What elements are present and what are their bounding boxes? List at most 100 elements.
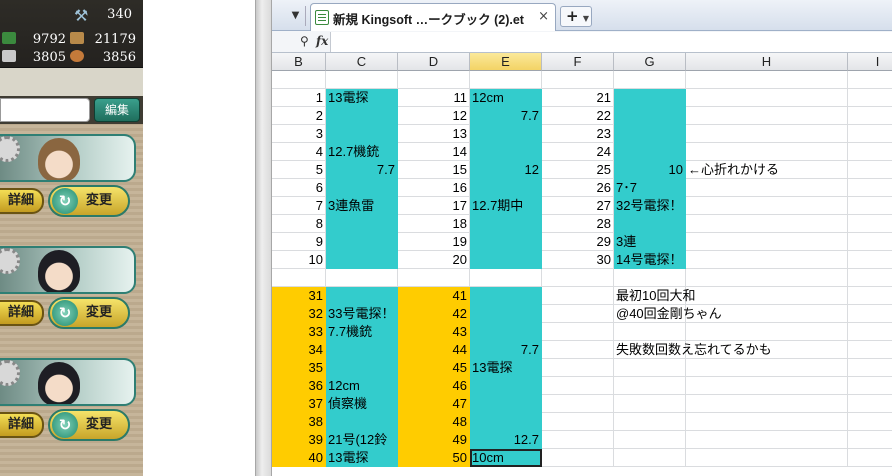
cell-g-row-8[interactable]: 32号電探！: [614, 197, 686, 215]
cell-d-row-7[interactable]: 16: [398, 179, 470, 197]
cell-d-row-18[interactable]: 46: [398, 377, 470, 395]
cell-e-row-16[interactable]: 7.7: [470, 341, 542, 359]
cell-c-row-2[interactable]: 13電探: [326, 89, 398, 107]
column-header-b[interactable]: B: [272, 53, 326, 71]
cell-c-row-11[interactable]: [326, 251, 398, 269]
window-splitter[interactable]: [255, 0, 272, 476]
cell-b-row-8[interactable]: 7: [272, 197, 326, 215]
cell-b-row-15[interactable]: 33: [272, 323, 326, 341]
cell-c-row-5[interactable]: 12.7機銃: [326, 143, 398, 161]
cell-f-row-3[interactable]: 22: [542, 107, 614, 125]
cell-d-row-21[interactable]: 49: [398, 431, 470, 449]
cell-b-row-5[interactable]: 4: [272, 143, 326, 161]
cell-b-row-14[interactable]: 32: [272, 305, 326, 323]
cell-i-row-19[interactable]: [848, 395, 892, 413]
cell-e-row-2[interactable]: 12cm: [470, 89, 542, 107]
cell-e-row-6[interactable]: 12: [470, 161, 542, 179]
cell-f-row-20[interactable]: [542, 413, 614, 431]
cell-d-row-20[interactable]: 48: [398, 413, 470, 431]
cell-g-row-12[interactable]: [614, 269, 686, 287]
cell-d-row-5[interactable]: 14: [398, 143, 470, 161]
detail-button[interactable]: 詳細: [0, 412, 44, 438]
cell-c-row-10[interactable]: [326, 233, 398, 251]
cell-b-row-22[interactable]: 40: [272, 449, 326, 467]
cell-c-row-16[interactable]: [326, 341, 398, 359]
cell-f-row-5[interactable]: 24: [542, 143, 614, 161]
cell-f-row-9[interactable]: 28: [542, 215, 614, 233]
column-header-i[interactable]: I: [848, 53, 892, 71]
cell-d-row-3[interactable]: 12: [398, 107, 470, 125]
cell-i-row-7[interactable]: [848, 179, 892, 197]
cell-g-row-6[interactable]: 10: [614, 161, 686, 179]
cell-i-row-9[interactable]: [848, 215, 892, 233]
cell-f-row-21[interactable]: [542, 431, 614, 449]
cell-h-row-10[interactable]: [686, 233, 848, 251]
cell-d-row-19[interactable]: 47: [398, 395, 470, 413]
cell-f-row-10[interactable]: 29: [542, 233, 614, 251]
cell-g-row-4[interactable]: [614, 125, 686, 143]
spreadsheet-grid[interactable]: B C D E F G H I 1 13電探 11 12cm 21 2 12 7.7 22 3 13 23 4 12.7機…: [272, 53, 892, 476]
tab-list-dropdown-icon[interactable]: ▼: [286, 6, 306, 26]
detail-button[interactable]: 詳細: [0, 188, 44, 214]
cell-b-row-1[interactable]: [272, 71, 326, 89]
ship-banner[interactable]: [0, 358, 136, 406]
ship-banner[interactable]: [0, 246, 136, 294]
cell-i-row-4[interactable]: [848, 125, 892, 143]
cell-f-row-1[interactable]: [542, 71, 614, 89]
cell-i-row-6[interactable]: [848, 161, 892, 179]
cell-g-row-15[interactable]: [614, 323, 686, 341]
cell-e-row-13[interactable]: [470, 287, 542, 305]
cell-c-row-21[interactable]: 21号(12鈴: [326, 431, 398, 449]
edit-button[interactable]: 編集: [94, 98, 140, 122]
cell-i-row-21[interactable]: [848, 431, 892, 449]
cell-i-row-3[interactable]: [848, 107, 892, 125]
cell-b-row-9[interactable]: 8: [272, 215, 326, 233]
cell-h-row-9[interactable]: [686, 215, 848, 233]
cell-b-row-19[interactable]: 37: [272, 395, 326, 413]
cell-e-row-14[interactable]: [470, 305, 542, 323]
cell-h-row-8[interactable]: [686, 197, 848, 215]
cell-c-row-8[interactable]: 3連魚雷: [326, 197, 398, 215]
cell-c-row-9[interactable]: [326, 215, 398, 233]
cell-f-row-2[interactable]: 21: [542, 89, 614, 107]
cell-f-row-6[interactable]: 25: [542, 161, 614, 179]
cell-d-row-10[interactable]: 19: [398, 233, 470, 251]
cell-g-row-13[interactable]: 最初10回大和: [614, 287, 695, 305]
cell-e-row-12[interactable]: [470, 269, 542, 287]
cell-d-row-11[interactable]: 20: [398, 251, 470, 269]
close-tab-icon[interactable]: ×: [538, 9, 549, 24]
cell-g-row-22[interactable]: [614, 449, 686, 467]
cell-e-row-20[interactable]: [470, 413, 542, 431]
cell-h-row-20[interactable]: [686, 413, 848, 431]
cell-e-row-21[interactable]: 12.7: [470, 431, 542, 449]
cell-g-row-9[interactable]: [614, 215, 686, 233]
cell-c-row-22[interactable]: 13電探: [326, 449, 398, 467]
cell-b-row-10[interactable]: 9: [272, 233, 326, 251]
cell-i-row-1[interactable]: [848, 71, 892, 89]
cell-c-row-1[interactable]: [326, 71, 398, 89]
cell-h-row-19[interactable]: [686, 395, 848, 413]
cell-i-row-18[interactable]: [848, 377, 892, 395]
search-field[interactable]: [0, 98, 90, 122]
cell-i-row-15[interactable]: [848, 323, 892, 341]
cell-c-row-17[interactable]: [326, 359, 398, 377]
cell-b-row-2[interactable]: 1: [272, 89, 326, 107]
function-icon[interactable]: fx: [316, 34, 328, 48]
cell-h-row-1[interactable]: [686, 71, 848, 89]
new-tab-button[interactable]: + ▼: [560, 6, 592, 27]
column-header-d[interactable]: D: [398, 53, 470, 71]
cell-f-row-22[interactable]: [542, 449, 614, 467]
ship-banner[interactable]: [0, 134, 136, 182]
cell-d-row-16[interactable]: 44: [398, 341, 470, 359]
cell-d-row-13[interactable]: 41: [398, 287, 470, 305]
cell-h-row-22[interactable]: [686, 449, 848, 467]
change-button[interactable]: ↻ 変更: [48, 297, 130, 329]
cell-d-row-17[interactable]: 45: [398, 359, 470, 377]
cell-d-row-12[interactable]: [398, 269, 470, 287]
cell-b-row-21[interactable]: 39: [272, 431, 326, 449]
cell-c-row-20[interactable]: [326, 413, 398, 431]
cell-g-row-16[interactable]: 失敗数回数え忘れてるかも: [614, 341, 772, 359]
cell-f-row-8[interactable]: 27: [542, 197, 614, 215]
cell-b-row-12[interactable]: [272, 269, 326, 287]
cell-b-row-7[interactable]: 6: [272, 179, 326, 197]
